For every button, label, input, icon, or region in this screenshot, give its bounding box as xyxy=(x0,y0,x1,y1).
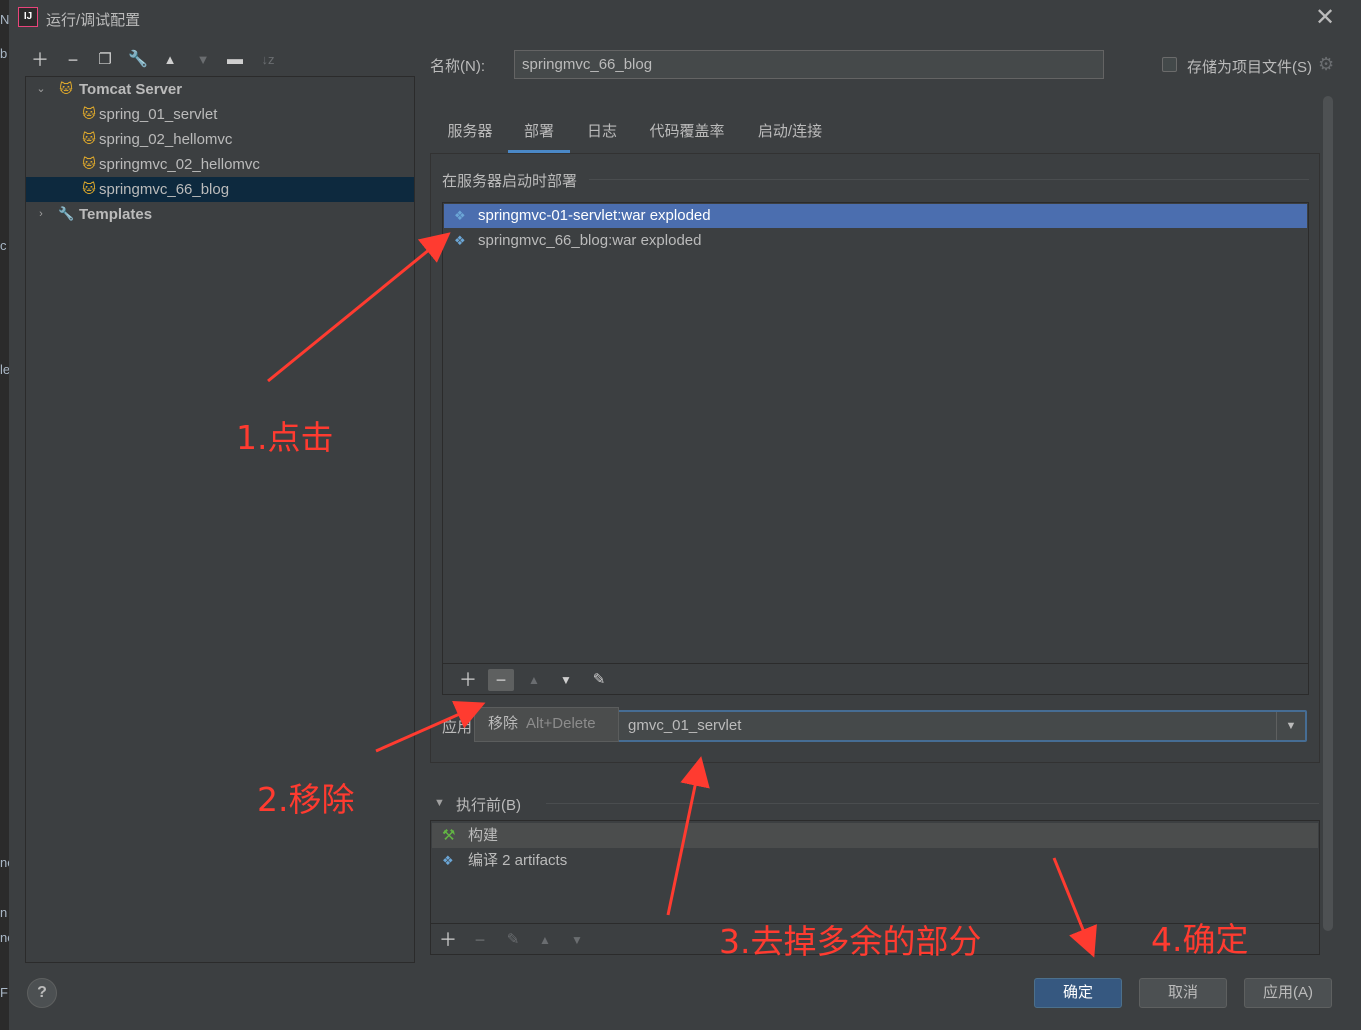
help-button[interactable]: ? xyxy=(27,978,57,1008)
tab-server[interactable]: 服务器 xyxy=(440,118,500,153)
tree-item-selected[interactable]: 🐱 springmvc_66_blog xyxy=(26,177,414,202)
artifact-icon: ❖ xyxy=(454,233,466,248)
add-icon[interactable]: ＋ xyxy=(455,669,481,691)
intellij-logo-icon: IJ xyxy=(18,7,38,27)
tomcat-icon: 🐱 xyxy=(82,131,96,146)
wrench-icon: 🔧 xyxy=(58,206,75,221)
hammer-icon: ⚒ xyxy=(442,827,456,844)
deploy-list-toolbar: ＋ − ▲ ▼ ✎ xyxy=(443,663,1308,695)
deploy-heading: 在服务器启动时部署 xyxy=(442,173,578,190)
close-icon[interactable]: ✕ xyxy=(1311,4,1339,32)
tree-item[interactable]: 🐱 spring_02_hellomvc xyxy=(26,127,414,152)
tab-logs[interactable]: 日志 xyxy=(579,118,625,153)
list-item[interactable]: ⚒ 构建 xyxy=(432,823,1318,848)
annotation-step-4: 4.确定 xyxy=(1151,920,1249,959)
remove-icon[interactable]: − xyxy=(488,669,514,691)
configuration-tree: ⌄ 🐱 Tomcat Server 🐱 spring_01_servlet 🐱 … xyxy=(25,76,415,963)
store-as-project-file-label[interactable]: 存储为项目文件(S) xyxy=(1187,56,1312,77)
wrench-icon[interactable]: 🔧 xyxy=(126,48,150,72)
tooltip-shortcut: Alt+Delete xyxy=(526,715,596,732)
list-item-label: springmvc-01-servlet:war exploded xyxy=(478,207,711,224)
tree-item[interactable]: 🐱 spring_01_servlet xyxy=(26,102,414,127)
move-down-icon[interactable]: ▼ xyxy=(553,669,579,691)
before-launch-label: 执行前(B) xyxy=(456,797,521,814)
name-input[interactable]: springmvc_66_blog xyxy=(514,50,1104,79)
annotation-step-2: 2.移除 xyxy=(257,780,355,819)
copy-icon[interactable]: ❐ xyxy=(93,48,117,72)
chevron-right-icon[interactable]: › xyxy=(34,202,48,227)
list-item-label: springmvc_66_blog:war exploded xyxy=(478,232,702,249)
tab-startup-connection[interactable]: 启动/连接 xyxy=(749,118,831,153)
artifact-icon: ❖ xyxy=(454,208,466,223)
bg-text: b xyxy=(0,46,8,61)
annotation-step-3: 3.去掉多余的部分 xyxy=(719,922,982,961)
scrollbar[interactable] xyxy=(1323,96,1333,931)
window-title: 运行/调试配置 xyxy=(46,12,141,29)
bg-text: F xyxy=(0,985,8,1000)
list-item[interactable]: ❖ springmvc-01-servlet:war exploded xyxy=(444,204,1307,228)
ok-button[interactable]: 确定 xyxy=(1034,978,1122,1008)
tree-group-label: Templates xyxy=(79,206,153,223)
chevron-down-icon[interactable]: ▼ xyxy=(1276,712,1305,740)
bg-text: N xyxy=(0,12,10,27)
app-context-value[interactable]: gmvc_01_servlet xyxy=(628,717,741,734)
chevron-down-icon[interactable]: ⌄ xyxy=(34,77,48,102)
list-item[interactable]: ❖ 编译 2 artifacts xyxy=(432,848,1318,873)
tab-deployment[interactable]: 部署 xyxy=(508,118,570,153)
remove-tooltip: 移除 Alt+Delete xyxy=(474,707,619,742)
list-item-label: 构建 xyxy=(468,827,499,844)
tomcat-icon: 🐱 xyxy=(82,156,96,171)
app-context-label: 应用 xyxy=(442,719,473,736)
name-label: 名称(N): xyxy=(430,58,485,75)
tomcat-icon: 🐱 xyxy=(59,81,73,96)
move-up-icon[interactable]: ▲ xyxy=(521,669,547,691)
tree-group-tomcat[interactable]: ⌄ 🐱 Tomcat Server xyxy=(26,77,414,102)
list-item[interactable]: ❖ springmvc_66_blog:war exploded xyxy=(444,229,1307,253)
move-down-icon[interactable]: ▼ xyxy=(564,929,590,951)
store-as-project-file-checkbox[interactable] xyxy=(1162,57,1177,72)
move-up-icon[interactable]: ▲ xyxy=(532,929,558,951)
move-up-icon[interactable]: ▲ xyxy=(158,48,182,72)
tree-item[interactable]: 🐱 springmvc_02_hellomvc xyxy=(26,152,414,177)
edit-icon[interactable]: ✎ xyxy=(500,929,526,951)
remove-icon[interactable]: − xyxy=(467,929,493,951)
background-ide-strip: N b c le ne n ne F xyxy=(0,0,14,1030)
cancel-button[interactable]: 取消 xyxy=(1139,978,1227,1008)
tree-item-label: spring_01_servlet xyxy=(99,106,218,123)
sort-icon[interactable]: ↓z xyxy=(256,48,280,72)
add-icon[interactable]: ＋ xyxy=(28,48,52,72)
title-bar: IJ 运行/调试配置 ✕ xyxy=(9,0,1361,36)
tree-item-label: springmvc_66_blog xyxy=(99,181,230,198)
deploy-artifact-list: ❖ springmvc-01-servlet:war exploded ❖ sp… xyxy=(442,202,1309,695)
separator xyxy=(589,179,1309,180)
tree-group-label: Tomcat Server xyxy=(79,81,183,98)
bg-text: n xyxy=(0,905,8,920)
annotation-step-1: 1.点击 xyxy=(236,418,334,457)
artifact-icon: ❖ xyxy=(442,853,454,868)
edit-icon[interactable]: ✎ xyxy=(586,669,612,691)
add-icon[interactable]: ＋ xyxy=(435,929,461,951)
tree-item-label: springmvc_02_hellomvc xyxy=(99,156,260,173)
app-context-combo[interactable]: gmvc_01_servlet ▼ xyxy=(617,710,1307,742)
separator xyxy=(546,803,1319,804)
gear-icon[interactable]: ⚙ xyxy=(1318,54,1334,75)
tab-code-coverage[interactable]: 代码覆盖率 xyxy=(641,118,733,153)
tomcat-icon: 🐱 xyxy=(82,106,96,121)
tree-item-label: spring_02_hellomvc xyxy=(99,131,233,148)
new-folder-icon[interactable]: ▬ xyxy=(223,48,247,72)
remove-icon[interactable]: − xyxy=(61,48,85,72)
move-down-icon[interactable]: ▼ xyxy=(191,48,215,72)
apply-button[interactable]: 应用(A) xyxy=(1244,978,1332,1008)
chevron-down-icon[interactable]: ▼ xyxy=(434,797,445,809)
tooltip-text: 移除 xyxy=(488,715,519,732)
tree-group-templates[interactable]: › 🔧 Templates xyxy=(26,202,414,227)
run-debug-config-dialog: IJ 运行/调试配置 ✕ ＋ − ❐ 🔧 ▲ ▼ ▬ ↓z ⌄ 🐱 Tomcat… xyxy=(9,0,1361,1030)
bg-text: c xyxy=(0,238,7,253)
list-item-label: 编译 2 artifacts xyxy=(468,852,568,869)
tomcat-icon: 🐱 xyxy=(82,181,96,196)
